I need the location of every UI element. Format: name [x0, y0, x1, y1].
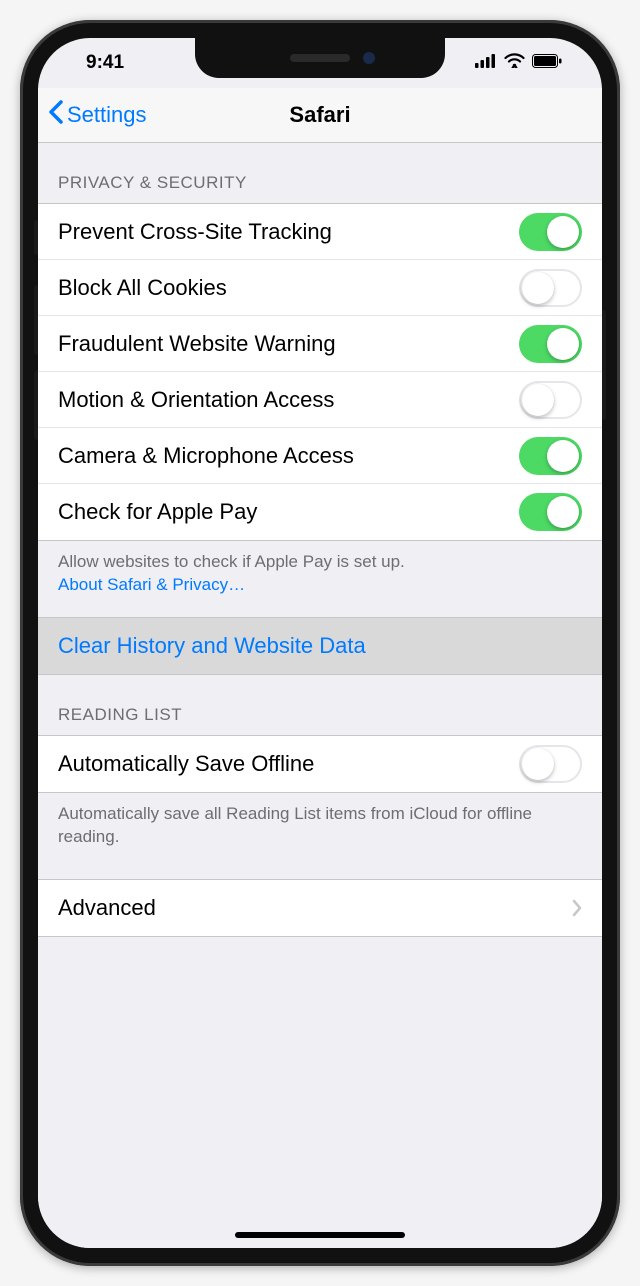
section-header-privacy: PRIVACY & SECURITY [38, 143, 602, 203]
phone-screen: 9:41 Settings Safari [38, 38, 602, 1248]
privacy-footer-text: Allow websites to check if Apple Pay is … [58, 552, 405, 571]
cellular-icon [475, 52, 497, 74]
row-camera-microphone-access: Camera & Microphone Access [38, 428, 602, 484]
row-label: Motion & Orientation Access [58, 387, 334, 413]
row-label: Check for Apple Pay [58, 499, 257, 525]
toggle-fraudulent-website-warning[interactable] [519, 325, 582, 363]
toggle-block-all-cookies[interactable] [519, 269, 582, 307]
toggle-motion-orientation-access[interactable] [519, 381, 582, 419]
row-prevent-cross-site-tracking: Prevent Cross-Site Tracking [38, 204, 602, 260]
back-label: Settings [67, 102, 147, 128]
advanced-group: Advanced [38, 879, 602, 937]
row-advanced[interactable]: Advanced [38, 880, 602, 936]
row-label: Camera & Microphone Access [58, 443, 354, 469]
privacy-group: Prevent Cross-Site Tracking Block All Co… [38, 203, 602, 541]
row-check-for-apple-pay: Check for Apple Pay [38, 484, 602, 540]
settings-content[interactable]: PRIVACY & SECURITY Prevent Cross-Site Tr… [38, 143, 602, 1248]
wifi-icon [504, 52, 525, 74]
back-button[interactable]: Settings [48, 100, 147, 130]
row-auto-save-offline: Automatically Save Offline [38, 736, 602, 792]
nav-title: Safari [289, 102, 350, 128]
front-camera [363, 52, 375, 64]
toggle-prevent-cross-site-tracking[interactable] [519, 213, 582, 251]
row-label: Automatically Save Offline [58, 751, 314, 777]
row-label: Advanced [58, 895, 156, 921]
clear-history-label: Clear History and Website Data [58, 633, 366, 659]
toggle-check-for-apple-pay[interactable] [519, 493, 582, 531]
chevron-right-icon [572, 892, 582, 924]
home-indicator[interactable] [235, 1232, 405, 1238]
row-label: Prevent Cross-Site Tracking [58, 219, 332, 245]
status-time: 9:41 [68, 52, 124, 74]
reading-list-group: Automatically Save Offline [38, 735, 602, 793]
row-label: Block All Cookies [58, 275, 227, 301]
phone-frame: 9:41 Settings Safari [20, 20, 620, 1266]
toggle-camera-microphone-access[interactable] [519, 437, 582, 475]
chevron-left-icon [48, 100, 63, 130]
clear-history-button[interactable]: Clear History and Website Data [38, 618, 602, 674]
about-safari-privacy-link[interactable]: About Safari & Privacy… [58, 575, 245, 594]
speaker-grille [290, 54, 350, 62]
nav-bar: Settings Safari [38, 88, 602, 143]
row-label: Fraudulent Website Warning [58, 331, 336, 357]
status-indicators [475, 52, 572, 74]
row-block-all-cookies: Block All Cookies [38, 260, 602, 316]
toggle-auto-save-offline[interactable] [519, 745, 582, 783]
notch [195, 38, 445, 78]
section-header-reading-list: READING LIST [38, 675, 602, 735]
row-fraudulent-website-warning: Fraudulent Website Warning [38, 316, 602, 372]
clear-history-group: Clear History and Website Data [38, 617, 602, 675]
battery-icon [532, 52, 562, 74]
row-motion-orientation-access: Motion & Orientation Access [38, 372, 602, 428]
reading-list-footer: Automatically save all Reading List item… [38, 793, 602, 869]
privacy-footer: Allow websites to check if Apple Pay is … [38, 541, 602, 617]
